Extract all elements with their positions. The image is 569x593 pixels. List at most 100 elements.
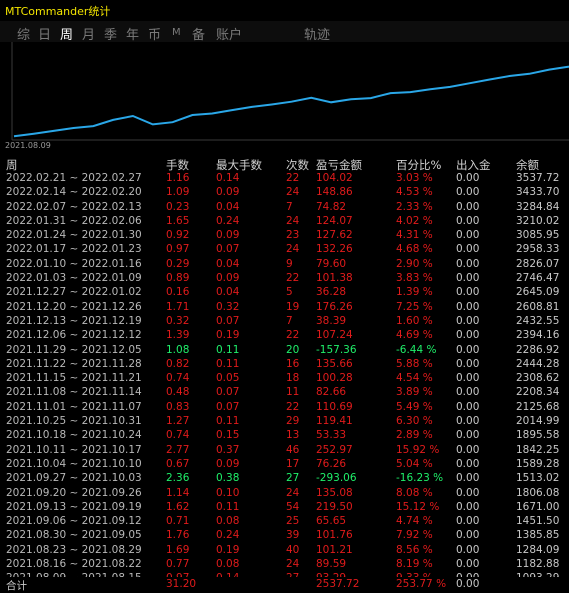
table-row[interactable]: 2021.11.29 ~ 2021.12.05 1.08 0.11 20 -157.36… [0,344,569,358]
tab-week[interactable]: 周 [60,24,73,43]
table-row[interactable]: 2021.09.20 ~ 2021.09.26 1.14 0.10 24 135.08 8… [0,487,569,501]
row-lots: 0.67 [166,457,190,470]
row-pl: 74.82 [316,200,347,213]
table-row[interactable]: 2021.09.27 ~ 2021.10.03 2.36 0.38 27 -293.06… [0,472,569,486]
row-count: 27 [286,472,300,485]
tab-magic[interactable]: M [172,27,181,38]
row-max-lots: 0.09 [216,272,240,285]
table-row[interactable]: 2022.01.24 ~ 2022.01.30 0.92 0.09 23 127.62 4… [0,229,569,243]
row-deposit: 0.00 [456,243,480,256]
row-max-lots: 0.08 [216,558,240,571]
row-count: 40 [286,543,300,556]
table-row[interactable]: 2021.08.23 ~ 2021.08.29 1.69 0.19 40 101.21 8… [0,544,569,558]
total-pl: 2537.72 [316,578,360,590]
row-period: 2022.02.14 ~ 2022.02.20 [6,186,142,199]
row-max-lots: 0.38 [216,472,240,485]
row-period: 2021.11.15 ~ 2021.11.21 [6,372,142,385]
row-period: 2021.10.04 ~ 2021.10.10 [6,457,142,470]
row-pl: 252.97 [316,443,353,456]
row-pl: 89.59 [316,558,347,571]
row-deposit: 0.00 [456,229,480,242]
table-row[interactable]: 2021.12.20 ~ 2021.12.26 1.71 0.32 19 176.26 7… [0,301,569,315]
row-pct: 5.49 % [396,400,433,413]
row-count: 11 [286,386,300,399]
tab-overview[interactable]: 综 [17,24,30,43]
table-row[interactable]: 2022.02.21 ~ 2022.02.27 1.16 0.14 22 104.02 3… [0,172,569,186]
row-lots: 0.23 [166,200,190,213]
table-row[interactable]: 2021.10.25 ~ 2021.10.31 1.27 0.11 29 119.41 6… [0,415,569,429]
row-period: 2021.12.27 ~ 2022.01.02 [6,286,142,299]
table-row[interactable]: 2021.12.06 ~ 2021.12.12 1.39 0.19 22 107.24 4… [0,329,569,343]
table-row[interactable]: 2022.01.10 ~ 2022.01.16 0.29 0.04 9 79.60 2.9… [0,258,569,272]
row-period: 2021.09.20 ~ 2021.09.26 [6,486,142,499]
row-balance: 2208.34 [516,386,560,399]
row-max-lots: 0.10 [216,486,240,499]
row-count: 24 [286,243,300,256]
row-count: 46 [286,443,300,456]
table-row[interactable]: 2021.08.16 ~ 2021.08.22 0.77 0.08 24 89.59 8.… [0,558,569,572]
row-lots: 0.16 [166,286,190,299]
balance-chart: 2021.08.09 [0,42,569,154]
row-period: 2021.11.08 ~ 2021.11.14 [6,386,142,399]
row-count: 23 [286,229,300,242]
row-balance: 1385.85 [516,529,560,542]
row-lots: 0.32 [166,314,190,327]
row-max-lots: 0.24 [216,529,240,542]
row-max-lots: 0.04 [216,200,240,213]
tab-trajectory[interactable]: 轨迹 [304,24,330,43]
table-row[interactable]: 2022.01.03 ~ 2022.01.09 0.89 0.09 22 101.38 3… [0,272,569,286]
tab-year[interactable]: 年 [126,24,139,43]
tab-notes[interactable]: 备 [192,24,205,43]
table-row[interactable]: 2021.11.01 ~ 2021.11.07 0.83 0.07 22 110.69 5… [0,401,569,415]
row-lots: 0.83 [166,400,190,413]
table-row[interactable]: 2022.01.31 ~ 2022.02.06 1.65 0.24 24 124.07 4… [0,215,569,229]
table-row[interactable]: 2021.10.04 ~ 2021.10.10 0.67 0.09 17 76.26 5.… [0,458,569,472]
row-balance: 3433.70 [516,186,560,199]
total-label: 合计 [6,580,27,592]
row-deposit: 0.00 [456,400,480,413]
table-row[interactable]: 2021.09.13 ~ 2021.09.19 1.62 0.11 54 219.50 1… [0,501,569,515]
table-row[interactable]: 2021.12.13 ~ 2021.12.19 0.32 0.07 7 38.39 1.6… [0,315,569,329]
row-max-lots: 0.11 [216,500,240,513]
table-row[interactable]: 2022.02.07 ~ 2022.02.13 0.23 0.04 7 74.82 2.3… [0,201,569,215]
row-count: 7 [286,200,293,213]
row-max-lots: 0.15 [216,429,240,442]
tab-day[interactable]: 日 [38,24,51,43]
tab-currency[interactable]: 币 [148,24,161,43]
tab-quarter[interactable]: 季 [104,24,117,43]
row-max-lots: 0.09 [216,457,240,470]
row-pl: 110.69 [316,400,353,413]
row-balance: 3210.02 [516,214,560,227]
table-row[interactable]: 2021.10.11 ~ 2021.10.17 2.77 0.37 46 252.97 1… [0,444,569,458]
row-pl: 127.62 [316,229,353,242]
table-row[interactable]: 2021.11.22 ~ 2021.11.28 0.82 0.11 16 135.66 5… [0,358,569,372]
table-row[interactable]: 2021.12.27 ~ 2022.01.02 0.16 0.04 5 36.28 1.3… [0,286,569,300]
row-period: 2021.12.06 ~ 2021.12.12 [6,329,142,342]
row-deposit: 0.00 [456,257,480,270]
table-row[interactable]: 2021.11.15 ~ 2021.11.21 0.74 0.05 18 100.28 4… [0,372,569,386]
row-max-lots: 0.07 [216,386,240,399]
row-lots: 2.36 [166,472,190,485]
header-pct: 百分比% [396,158,442,172]
row-deposit: 0.00 [456,515,480,528]
row-balance: 1806.08 [516,486,560,499]
table-row[interactable]: 2021.11.08 ~ 2021.11.14 0.48 0.07 11 82.66 3.… [0,386,569,400]
table-row[interactable]: 2021.09.06 ~ 2021.09.12 0.71 0.08 25 65.65 4.… [0,515,569,529]
row-period: 2022.01.03 ~ 2022.01.09 [6,272,142,285]
row-max-lots: 0.04 [216,257,240,270]
row-balance: 1842.25 [516,443,560,456]
row-balance: 3537.72 [516,172,560,184]
row-deposit: 0.00 [456,329,480,342]
row-lots: 1.65 [166,214,190,227]
tab-month[interactable]: 月 [82,24,95,43]
tab-account[interactable]: 账户 [216,24,242,43]
row-pl: -157.36 [316,343,357,356]
table-row[interactable]: 2022.02.14 ~ 2022.02.20 1.09 0.09 24 148.86 4… [0,186,569,200]
row-count: 22 [286,272,300,285]
table-row[interactable]: 2022.01.17 ~ 2022.01.23 0.97 0.07 24 132.26 4… [0,243,569,257]
row-count: 16 [286,357,300,370]
table-row[interactable]: 2021.10.18 ~ 2021.10.24 0.74 0.15 13 53.33 2.… [0,429,569,443]
table-row[interactable]: 2021.08.30 ~ 2021.09.05 1.76 0.24 39 101.76 7… [0,529,569,543]
row-lots: 0.82 [166,357,190,370]
row-lots: 1.16 [166,172,190,184]
